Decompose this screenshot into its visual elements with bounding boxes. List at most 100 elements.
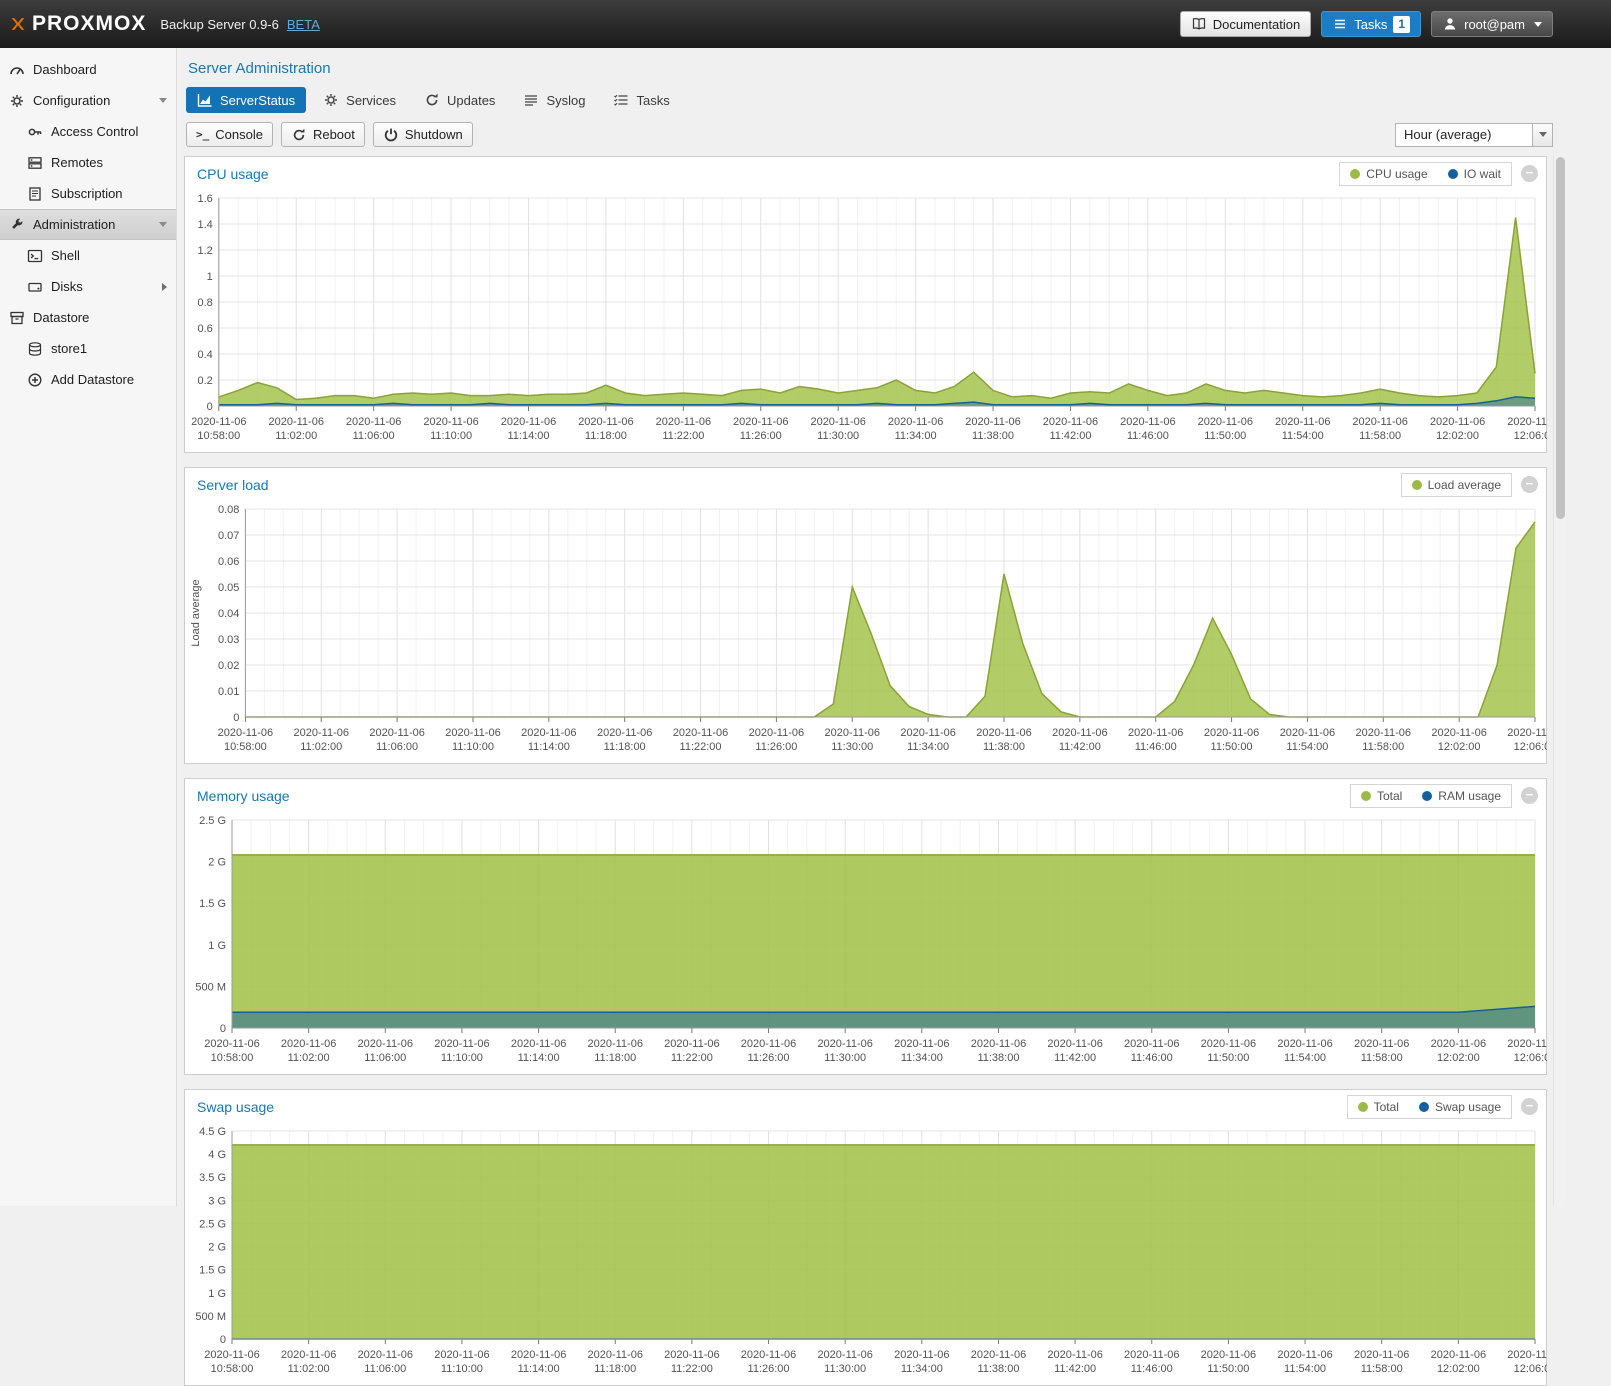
- svg-text:2020-11-06: 2020-11-06: [1047, 1038, 1102, 1050]
- svg-text:2020-11-06: 2020-11-06: [965, 416, 1020, 428]
- svg-text:0.6: 0.6: [198, 323, 213, 335]
- svg-text:2020-11-06: 2020-11-06: [204, 1349, 259, 1361]
- app-header: PROXMOX Backup Server 0.9-6 BETA Documen…: [0, 0, 1611, 48]
- svg-text:11:58:00: 11:58:00: [1361, 1052, 1403, 1064]
- legend-item-cpu-usage[interactable]: CPU usage: [1340, 163, 1437, 185]
- charts-area: CPU usage CPU usage IO wait 00.20.40.60.…: [178, 156, 1553, 1386]
- expander-right-icon[interactable]: [162, 283, 167, 291]
- svg-text:2020-11-06: 2020-11-06: [1120, 416, 1175, 428]
- legend-dot: [1361, 791, 1371, 801]
- key-icon: [27, 124, 43, 140]
- svg-text:11:38:00: 11:38:00: [977, 1363, 1019, 1375]
- svg-text:11:54:00: 11:54:00: [1286, 741, 1328, 753]
- svg-text:11:26:00: 11:26:00: [740, 430, 782, 442]
- sidebar-item-access-control[interactable]: Access Control: [0, 116, 176, 147]
- collapse-panel-button[interactable]: [1521, 165, 1538, 182]
- sidebar-item-administration[interactable]: Administration: [0, 209, 176, 240]
- svg-text:2020-11-06: 2020-11-06: [1047, 1349, 1102, 1361]
- svg-text:11:30:00: 11:30:00: [817, 430, 859, 442]
- combo-trigger[interactable]: [1532, 124, 1552, 146]
- svg-text:11:02:00: 11:02:00: [300, 741, 342, 753]
- sidebar-item-configuration[interactable]: Configuration: [0, 85, 176, 116]
- tab-tasks[interactable]: Tasks: [602, 87, 680, 113]
- console-prompt-icon: [196, 128, 209, 141]
- svg-text:0.4: 0.4: [198, 349, 213, 361]
- main-content: Server Administration ServerStatus Servi…: [178, 48, 1553, 1206]
- terminal-icon: [27, 248, 43, 264]
- legend-item-total[interactable]: Total: [1348, 1096, 1409, 1118]
- collapse-panel-button[interactable]: [1521, 476, 1538, 493]
- tab-services[interactable]: Services: [312, 87, 407, 113]
- user-menu-button[interactable]: root@pam: [1431, 11, 1553, 37]
- sidebar-item-store1[interactable]: store1: [0, 333, 176, 364]
- svg-text:0.05: 0.05: [218, 582, 239, 594]
- svg-text:2020-11-06: 2020-11-06: [888, 416, 943, 428]
- collapse-panel-button[interactable]: [1521, 787, 1538, 804]
- legend-item-ram-usage[interactable]: RAM usage: [1412, 785, 1511, 807]
- svg-text:11:22:00: 11:22:00: [662, 430, 704, 442]
- refresh-icon: [424, 92, 440, 108]
- tab-updates[interactable]: Updates: [413, 87, 506, 113]
- beta-link[interactable]: BETA: [287, 17, 320, 32]
- svg-text:2020-11-06: 2020-11-06: [1198, 416, 1253, 428]
- panel-title: Swap usage: [193, 1099, 274, 1115]
- legend-item-load-average[interactable]: Load average: [1402, 474, 1511, 496]
- svg-text:0: 0: [220, 1334, 226, 1346]
- vertical-scrollbar[interactable]: [1553, 155, 1566, 1206]
- time-range-select[interactable]: Hour (average): [1395, 123, 1553, 147]
- sidebar-item-disks[interactable]: Disks: [0, 271, 176, 302]
- svg-text:11:38:00: 11:38:00: [977, 1052, 1019, 1064]
- svg-text:11:58:00: 11:58:00: [1362, 741, 1404, 753]
- svg-text:2020-11-06: 2020-11-06: [733, 416, 788, 428]
- svg-text:0.08: 0.08: [218, 504, 239, 516]
- plus-circle-icon: [27, 372, 43, 388]
- proxmox-x-icon: [10, 16, 26, 32]
- svg-text:2020-11-06: 2020-11-06: [1052, 727, 1107, 739]
- svg-text:11:22:00: 11:22:00: [671, 1052, 713, 1064]
- svg-text:2020-11-06: 2020-11-06: [1507, 416, 1547, 428]
- svg-text:11:34:00: 11:34:00: [907, 741, 949, 753]
- legend-item-swap-usage[interactable]: Swap usage: [1409, 1096, 1511, 1118]
- wrench-icon: [9, 217, 25, 233]
- svg-text:11:54:00: 11:54:00: [1284, 1052, 1326, 1064]
- legend-item-total[interactable]: Total: [1351, 785, 1412, 807]
- svg-text:1.4: 1.4: [198, 219, 213, 231]
- console-button[interactable]: Console: [186, 122, 273, 147]
- svg-text:11:02:00: 11:02:00: [288, 1363, 330, 1375]
- svg-text:0: 0: [233, 712, 239, 724]
- svg-text:12:02:00: 12:02:00: [1437, 1052, 1480, 1064]
- collapse-panel-button[interactable]: [1521, 1098, 1538, 1115]
- expander-down-icon[interactable]: [159, 98, 167, 103]
- reboot-button[interactable]: Reboot: [281, 122, 365, 147]
- svg-text:11:18:00: 11:18:00: [594, 1363, 636, 1375]
- svg-text:11:14:00: 11:14:00: [518, 1052, 560, 1064]
- svg-text:2020-11-06: 2020-11-06: [900, 727, 955, 739]
- sidebar-item-datastore[interactable]: Datastore: [0, 302, 176, 333]
- tab-serverstatus[interactable]: ServerStatus: [186, 87, 306, 113]
- svg-text:1 G: 1 G: [208, 940, 226, 952]
- svg-text:10:58:00: 10:58:00: [211, 1363, 254, 1375]
- svg-text:2020-11-06: 2020-11-06: [1201, 1038, 1256, 1050]
- svg-text:2020-11-06: 2020-11-06: [588, 1349, 643, 1361]
- sidebar-item-add-datastore[interactable]: Add Datastore: [0, 364, 176, 395]
- check-list-icon: [613, 92, 629, 108]
- expander-down-icon[interactable]: [159, 222, 167, 227]
- legend-dot: [1448, 169, 1458, 179]
- svg-text:1.5 G: 1.5 G: [199, 1265, 226, 1277]
- tab-syslog[interactable]: Syslog: [512, 87, 596, 113]
- svg-text:2020-11-06: 2020-11-06: [1128, 727, 1183, 739]
- documentation-button[interactable]: Documentation: [1180, 11, 1311, 37]
- scrollbar-thumb[interactable]: [1556, 157, 1565, 519]
- legend-item-io-wait[interactable]: IO wait: [1438, 163, 1511, 185]
- shutdown-button[interactable]: Shutdown: [373, 122, 473, 147]
- sidebar-item-dashboard[interactable]: Dashboard: [0, 54, 176, 85]
- tasks-button[interactable]: Tasks 1: [1321, 11, 1421, 37]
- svg-text:12:06:00: 12:06:00: [1514, 1052, 1547, 1064]
- svg-text:11:34:00: 11:34:00: [901, 1363, 943, 1375]
- svg-text:11:58:00: 11:58:00: [1361, 1363, 1403, 1375]
- brand-wordmark: PROXMOX: [32, 12, 146, 36]
- sidebar-item-remotes[interactable]: Remotes: [0, 147, 176, 178]
- sidebar-item-shell[interactable]: Shell: [0, 240, 176, 271]
- sidebar-item-subscription[interactable]: Subscription: [0, 178, 176, 209]
- tab-bar: ServerStatus Services Updates Syslog: [178, 79, 1553, 117]
